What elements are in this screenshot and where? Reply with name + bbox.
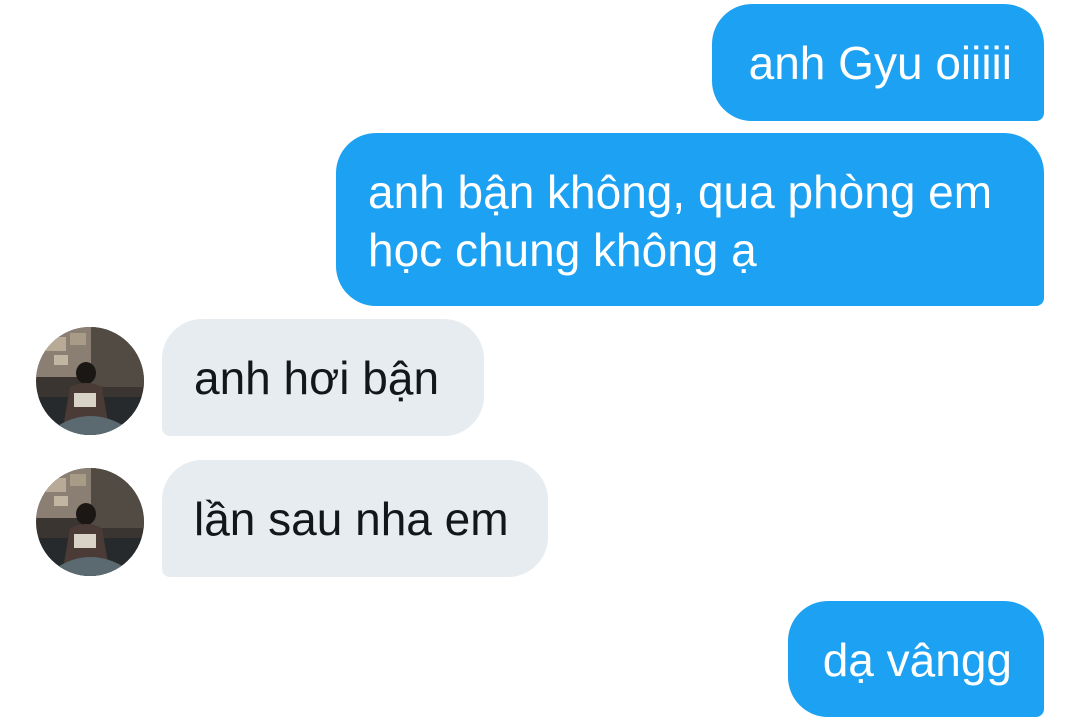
avatar-photo: [36, 468, 144, 576]
received-message-bubble[interactable]: anh hơi bận: [162, 319, 484, 436]
sent-message-bubble[interactable]: dạ vângg: [788, 601, 1044, 717]
sent-message-bubble[interactable]: anh bận không, qua phòng em học chung kh…: [336, 133, 1044, 306]
contact-avatar[interactable]: [36, 468, 144, 576]
contact-avatar[interactable]: [36, 327, 144, 435]
avatar-photo: [36, 327, 144, 435]
sent-message-bubble[interactable]: anh Gyu oiiiii: [712, 4, 1044, 121]
received-message-bubble[interactable]: lần sau nha em: [162, 460, 548, 577]
